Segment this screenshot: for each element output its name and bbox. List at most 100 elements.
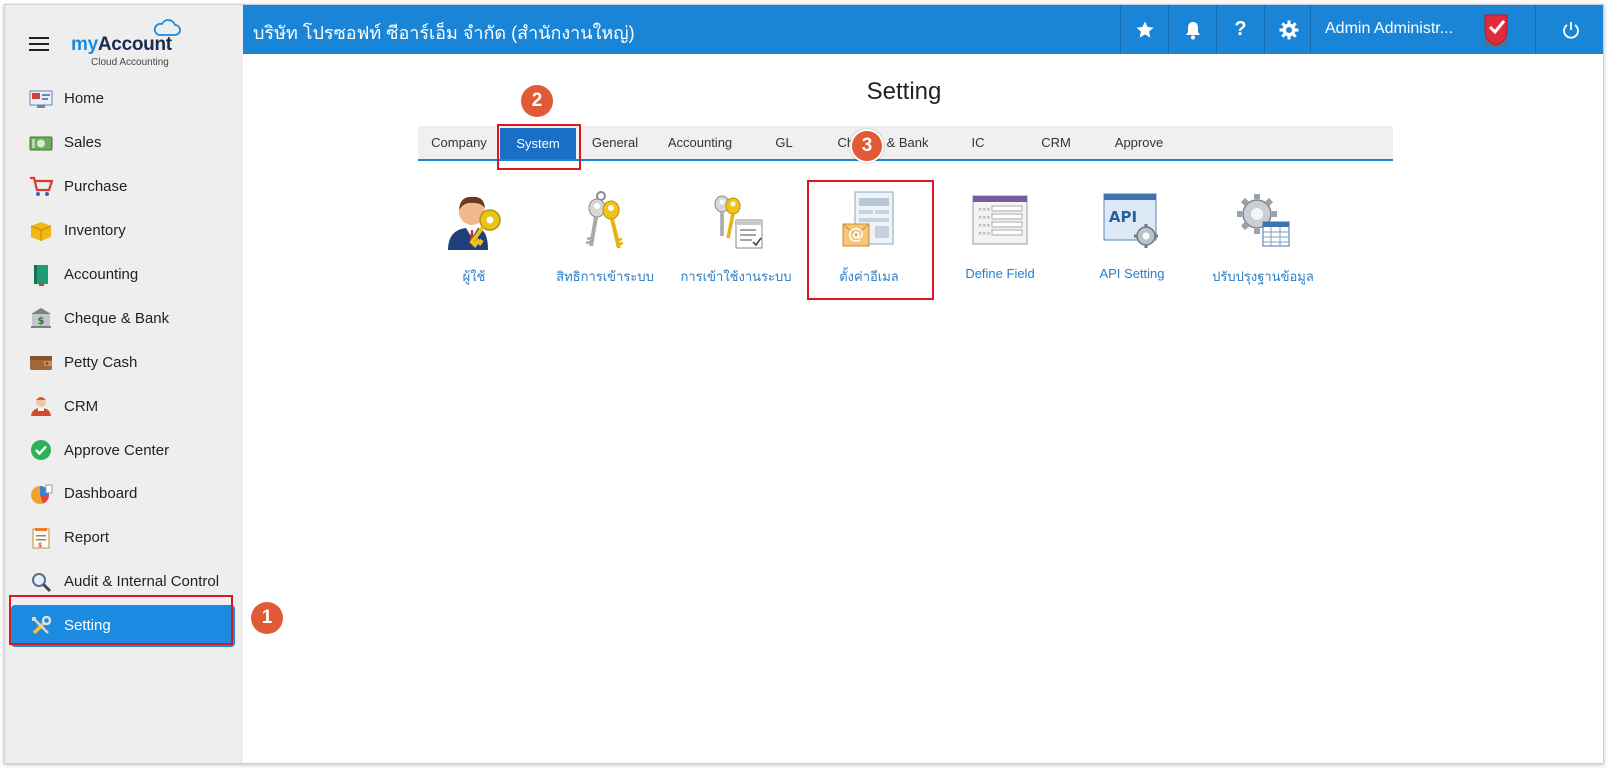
sidebar: myAccount Cloud Accounting Home Sales Pu… bbox=[5, 5, 243, 763]
tile-api-setting[interactable]: API API Setting bbox=[1072, 190, 1192, 290]
logo-text: myAccount bbox=[71, 34, 172, 56]
tile-system-access[interactable]: การเข้าใช้งานระบบ bbox=[676, 190, 796, 290]
box-icon bbox=[29, 220, 53, 242]
tile-access-rights[interactable]: สิทธิการเข้าระบบ bbox=[545, 190, 665, 290]
tile-label: การเข้าใช้งานระบบ bbox=[680, 269, 792, 284]
sidebar-item-label: Accounting bbox=[64, 266, 139, 283]
hamburger-icon[interactable] bbox=[29, 37, 49, 53]
app-window: myAccount Cloud Accounting Home Sales Pu… bbox=[4, 4, 1604, 764]
notifications-button[interactable] bbox=[1168, 5, 1216, 54]
tools-icon bbox=[29, 615, 53, 637]
sidebar-item-sales[interactable]: Sales bbox=[5, 121, 243, 165]
sidebar-item-label: Audit & Internal Control bbox=[64, 573, 220, 591]
logo-subtitle: Cloud Accounting bbox=[91, 57, 169, 68]
sidebar-item-inventory[interactable]: Inventory bbox=[5, 209, 243, 253]
user-key-icon bbox=[448, 196, 501, 250]
cart-icon bbox=[29, 176, 53, 198]
logout-button[interactable] bbox=[1535, 5, 1603, 54]
key-list-icon bbox=[714, 195, 763, 249]
username: Admin Administr... bbox=[1325, 20, 1454, 37]
email-setting-icon: @ bbox=[842, 191, 894, 247]
sidebar-item-home[interactable]: Home bbox=[5, 77, 243, 121]
svg-text:@: @ bbox=[848, 224, 864, 243]
bank-icon: $ bbox=[29, 307, 53, 329]
sales-icon bbox=[29, 132, 53, 154]
main-content: Setting Company System General Accountin… bbox=[243, 54, 1603, 763]
tab-gl[interactable]: GL bbox=[764, 126, 804, 159]
brand: myAccount Cloud Accounting bbox=[5, 5, 243, 71]
sidebar-item-accounting[interactable]: Accounting bbox=[5, 253, 243, 297]
tab-accounting[interactable]: Accounting bbox=[662, 126, 738, 159]
database-gear-icon bbox=[1237, 194, 1290, 247]
sidebar-item-purchase[interactable]: Purchase bbox=[5, 165, 243, 209]
svg-text:×××: ××× bbox=[978, 231, 991, 237]
sidebar-item-petty-cash[interactable]: Petty Cash bbox=[5, 340, 243, 384]
step-badge-1: 1 bbox=[251, 602, 283, 634]
sidebar-item-label: CRM bbox=[64, 397, 99, 415]
settings-button[interactable] bbox=[1264, 5, 1312, 54]
help-button[interactable]: ? bbox=[1216, 5, 1264, 54]
tile-database-update[interactable]: ปรับปรุงฐานข้อมูล bbox=[1203, 190, 1323, 290]
tab-approve[interactable]: Approve bbox=[1104, 126, 1174, 159]
tile-label: สิทธิการเข้าระบบ bbox=[556, 269, 654, 284]
home-icon bbox=[29, 88, 53, 110]
report-icon: $ bbox=[29, 527, 53, 549]
power-icon bbox=[1562, 21, 1579, 39]
sidebar-item-label: Cheque & Bank bbox=[64, 309, 170, 327]
settings-tabs: Company System General Accounting GL Che… bbox=[418, 126, 1393, 161]
logo-my: my bbox=[71, 34, 98, 55]
company-name[interactable]: บริษัท โปรซอฟท์ ซีอาร์เอ็ม จำกัด (สำนักง… bbox=[253, 18, 635, 47]
tile-label: Define Field bbox=[965, 266, 1035, 281]
sidebar-item-approve-center[interactable]: Approve Center bbox=[5, 428, 243, 472]
sidebar-item-label: Petty Cash bbox=[64, 353, 138, 371]
tab-crm[interactable]: CRM bbox=[1030, 126, 1082, 159]
sidebar-item-dashboard[interactable]: Dashboard bbox=[5, 472, 243, 516]
sidebar-item-label: Report bbox=[64, 529, 110, 547]
sidebar-item-setting[interactable]: Setting bbox=[11, 604, 235, 647]
page-title: Setting bbox=[866, 78, 942, 105]
sidebar-item-label: Home bbox=[64, 90, 105, 108]
svg-text:$: $ bbox=[38, 542, 42, 549]
user-menu[interactable]: Admin Administr... bbox=[1310, 5, 1535, 54]
check-circle-icon bbox=[29, 439, 53, 461]
avatar bbox=[1484, 14, 1508, 47]
tab-general[interactable]: General bbox=[584, 126, 646, 159]
sidebar-item-audit[interactable]: Audit & Internal Control bbox=[5, 560, 243, 604]
tile-define-field[interactable]: ××× ××× ××× ××× Define Field bbox=[940, 190, 1060, 290]
tile-label: ตั้งค่าอีเมล bbox=[839, 269, 899, 284]
tab-ic[interactable]: IC bbox=[956, 126, 1000, 159]
top-bar: บริษัท โปรซอฟท์ ซีอาร์เอ็ม จำกัด (สำนักง… bbox=[243, 5, 1603, 54]
crm-icon bbox=[29, 395, 53, 417]
sidebar-item-report[interactable]: $ Report bbox=[5, 516, 243, 560]
svg-text:API: API bbox=[1109, 208, 1137, 226]
ledger-icon bbox=[29, 264, 53, 286]
star-icon bbox=[1135, 21, 1154, 38]
wallet-icon bbox=[29, 351, 53, 373]
favorites-button[interactable] bbox=[1120, 5, 1168, 54]
svg-text:$: $ bbox=[38, 316, 45, 327]
tab-company[interactable]: Company bbox=[426, 126, 492, 159]
sidebar-item-cheque-bank[interactable]: $ Cheque & Bank bbox=[5, 296, 243, 340]
tab-system[interactable]: System bbox=[500, 128, 576, 159]
dashboard-icon bbox=[29, 483, 53, 505]
sidebar-item-crm[interactable]: CRM bbox=[5, 384, 243, 428]
logo[interactable]: myAccount Cloud Accounting bbox=[71, 19, 195, 69]
sidebar-item-label: Purchase bbox=[64, 178, 128, 196]
tile-label: ปรับปรุงฐานข้อมูล bbox=[1212, 269, 1314, 284]
bell-icon bbox=[1185, 21, 1200, 39]
tile-email-setting[interactable]: @ ตั้งค่าอีเมล bbox=[809, 190, 929, 290]
tile-user[interactable]: ผู้ใช้ bbox=[414, 190, 534, 290]
step-badge-3: 3 bbox=[850, 129, 884, 163]
logo-account: Account bbox=[97, 34, 172, 55]
svg-text:×××: ××× bbox=[978, 223, 991, 229]
sidebar-menu: Home Sales Purchase Inventory Accounting… bbox=[5, 77, 243, 647]
form-field-icon: ××× ××× ××× ××× bbox=[972, 195, 1028, 245]
help-icon: ? bbox=[1234, 18, 1247, 40]
svg-text:×××: ××× bbox=[978, 207, 991, 213]
tile-label: ผู้ใช้ bbox=[462, 269, 486, 284]
step-badge-2: 2 bbox=[521, 85, 553, 117]
keys-icon bbox=[585, 191, 624, 249]
svg-text:×××: ××× bbox=[978, 215, 991, 221]
sidebar-item-label: Sales bbox=[64, 134, 102, 152]
sidebar-item-label: Inventory bbox=[64, 222, 126, 240]
